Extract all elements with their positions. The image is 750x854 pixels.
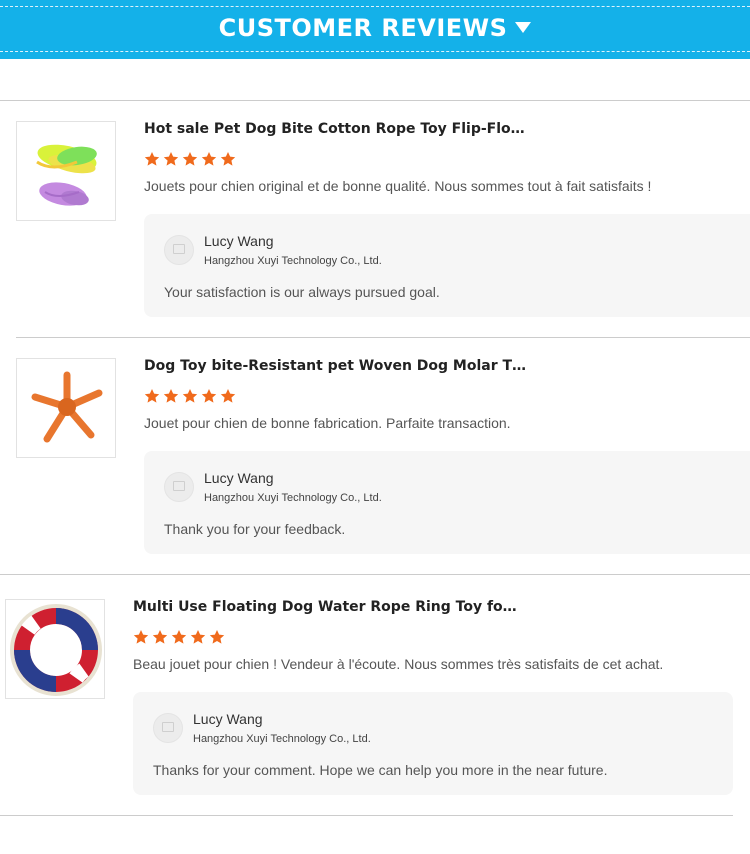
seller-company: Hangzhou Xuyi Technology Co., Ltd. — [204, 492, 382, 504]
product-thumbnail-rope-ring[interactable] — [5, 599, 105, 699]
seller-name: Lucy Wang — [204, 233, 274, 249]
star-icon — [163, 152, 179, 166]
caret-down-icon[interactable] — [515, 21, 532, 33]
image-placeholder-icon — [173, 481, 185, 491]
star-icon — [152, 630, 168, 644]
rating-stars — [144, 388, 236, 404]
section-title-text: CUSTOMER REVIEWS — [218, 14, 508, 42]
seller-avatar — [164, 235, 194, 265]
customer-reviews-banner: CUSTOMER REVIEWS — [0, 0, 750, 59]
image-placeholder-icon — [162, 722, 174, 732]
section-title[interactable]: CUSTOMER REVIEWS — [0, 14, 750, 42]
seller-avatar — [153, 713, 183, 743]
star-icon — [133, 630, 149, 644]
product-title[interactable]: Multi Use Floating Dog Water Rope Ring T… — [133, 599, 517, 615]
seller-reply-text: Your satisfaction is our always pursued … — [164, 284, 440, 300]
star-icon — [144, 152, 160, 166]
product-title[interactable]: Hot sale Pet Dog Bite Cotton Rope Toy Fl… — [144, 121, 525, 137]
product-thumbnail-rope-flipflop[interactable] — [16, 121, 116, 221]
seller-company: Hangzhou Xuyi Technology Co., Ltd. — [204, 255, 382, 267]
review-comment: Beau jouet pour chien ! Vendeur à l'écou… — [133, 656, 664, 672]
image-placeholder-icon — [173, 244, 185, 254]
star-icon — [171, 630, 187, 644]
star-icon — [144, 389, 160, 403]
seller-reply-text: Thanks for your comment. Hope we can hel… — [153, 762, 608, 778]
seller-company: Hangzhou Xuyi Technology Co., Ltd. — [193, 733, 371, 745]
rope-ring-toy-image — [6, 600, 104, 698]
star-icon — [190, 630, 206, 644]
rating-stars — [144, 151, 236, 167]
star-icon — [201, 152, 217, 166]
divider — [0, 100, 750, 101]
star-icon — [220, 389, 236, 403]
seller-reply-box: Lucy Wang Hangzhou Xuyi Technology Co., … — [144, 451, 750, 554]
product-title[interactable]: Dog Toy bite-Resistant pet Woven Dog Mol… — [144, 358, 526, 374]
seller-reply-text: Thank you for your feedback. — [164, 521, 346, 537]
seller-reply-box: Lucy Wang Hangzhou Xuyi Technology Co., … — [144, 214, 750, 317]
banner-dashed-line-bottom — [0, 51, 750, 52]
divider — [0, 574, 750, 575]
seller-avatar — [164, 472, 194, 502]
review-comment: Jouets pour chien original et de bonne q… — [144, 178, 652, 194]
star-icon — [209, 630, 225, 644]
seller-reply-box: Lucy Wang Hangzhou Xuyi Technology Co., … — [133, 692, 733, 795]
star-icon — [182, 152, 198, 166]
seller-name: Lucy Wang — [204, 470, 274, 486]
rating-stars — [133, 629, 225, 645]
review-comment: Jouet pour chien de bonne fabrication. P… — [144, 415, 511, 431]
rope-toy-image — [17, 122, 115, 220]
starfish-rope-toy-image — [17, 359, 115, 457]
seller-name: Lucy Wang — [193, 711, 263, 727]
banner-dashed-line-top — [0, 6, 750, 7]
star-icon — [163, 389, 179, 403]
divider — [0, 815, 733, 816]
star-icon — [201, 389, 217, 403]
star-icon — [182, 389, 198, 403]
divider — [16, 337, 750, 338]
product-thumbnail-starfish-rope[interactable] — [16, 358, 116, 458]
star-icon — [220, 152, 236, 166]
